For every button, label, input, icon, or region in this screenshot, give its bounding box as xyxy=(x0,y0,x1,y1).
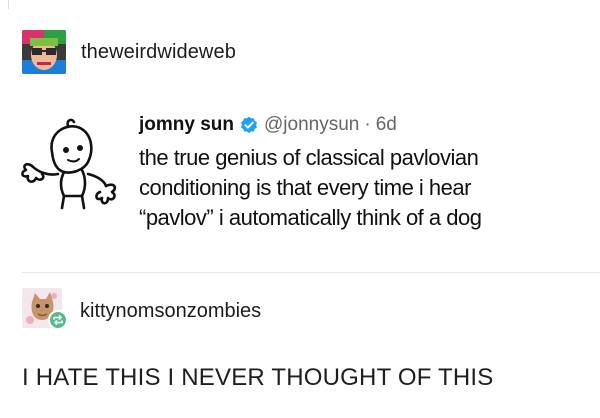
tweet-author-handle[interactable]: @jonnysun xyxy=(264,114,359,136)
poster-avatar[interactable] xyxy=(22,30,66,74)
reblog-header: kittynomsonzombies xyxy=(22,288,261,334)
tweet-text-line: “pavlov” i automatically think of a dog xyxy=(139,205,482,230)
verified-badge-icon xyxy=(240,116,258,134)
tweet-timestamp[interactable]: 6d xyxy=(376,114,397,136)
colorful-glasses-avatar-icon xyxy=(22,30,66,74)
poster-username[interactable]: theweirdwideweb xyxy=(81,41,236,64)
tweet-separator: · xyxy=(364,114,371,135)
top-divider-tick xyxy=(8,0,9,9)
tweet-author-name[interactable]: jomny sun xyxy=(139,114,234,136)
reblogger-username[interactable]: kittynomsonzombies xyxy=(80,300,261,323)
reblog-icon xyxy=(48,310,68,330)
reblogger-avatar[interactable] xyxy=(22,288,68,334)
tweet-header: jomny sun @jonnysun · 6d xyxy=(139,114,397,136)
alien-doodle-avatar-icon xyxy=(21,118,117,210)
post-divider xyxy=(22,272,600,273)
post-header: theweirdwideweb xyxy=(22,30,236,74)
tweet-body: the true genius of classical pavlovian c… xyxy=(139,143,584,233)
tweet-text-line: conditioning is that every time i hear xyxy=(139,175,471,200)
tweet-text-line: the true genius of classical pavlovian xyxy=(139,145,479,170)
tweet-author-avatar[interactable] xyxy=(18,118,118,210)
reblog-comment: I HATE THIS I NEVER THOUGHT OF THIS xyxy=(22,364,494,391)
